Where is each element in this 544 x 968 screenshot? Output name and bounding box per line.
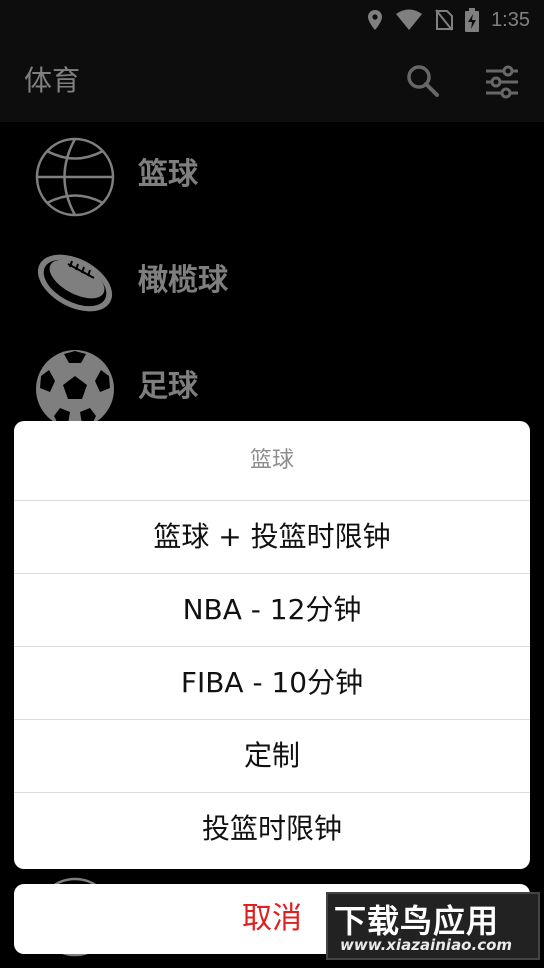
watermark: 下载鸟应用 www.xiazainiao.com [326,892,540,960]
option-nba-12min[interactable]: NBA - 12分钟 [14,574,530,647]
action-sheet: 篮球 篮球 + 投篮时限钟 NBA - 12分钟 FIBA - 10分钟 定制 … [14,421,530,869]
option-custom[interactable]: 定制 [14,720,530,793]
watermark-sub-text: www.xiazainiao.com [340,936,513,954]
option-shot-clock[interactable]: 投篮时限钟 [14,793,530,865]
option-fiba-10min[interactable]: FIBA - 10分钟 [14,647,530,720]
option-basketball-shot-clock[interactable]: 篮球 + 投篮时限钟 [14,501,530,574]
action-sheet-title: 篮球 [14,421,530,501]
